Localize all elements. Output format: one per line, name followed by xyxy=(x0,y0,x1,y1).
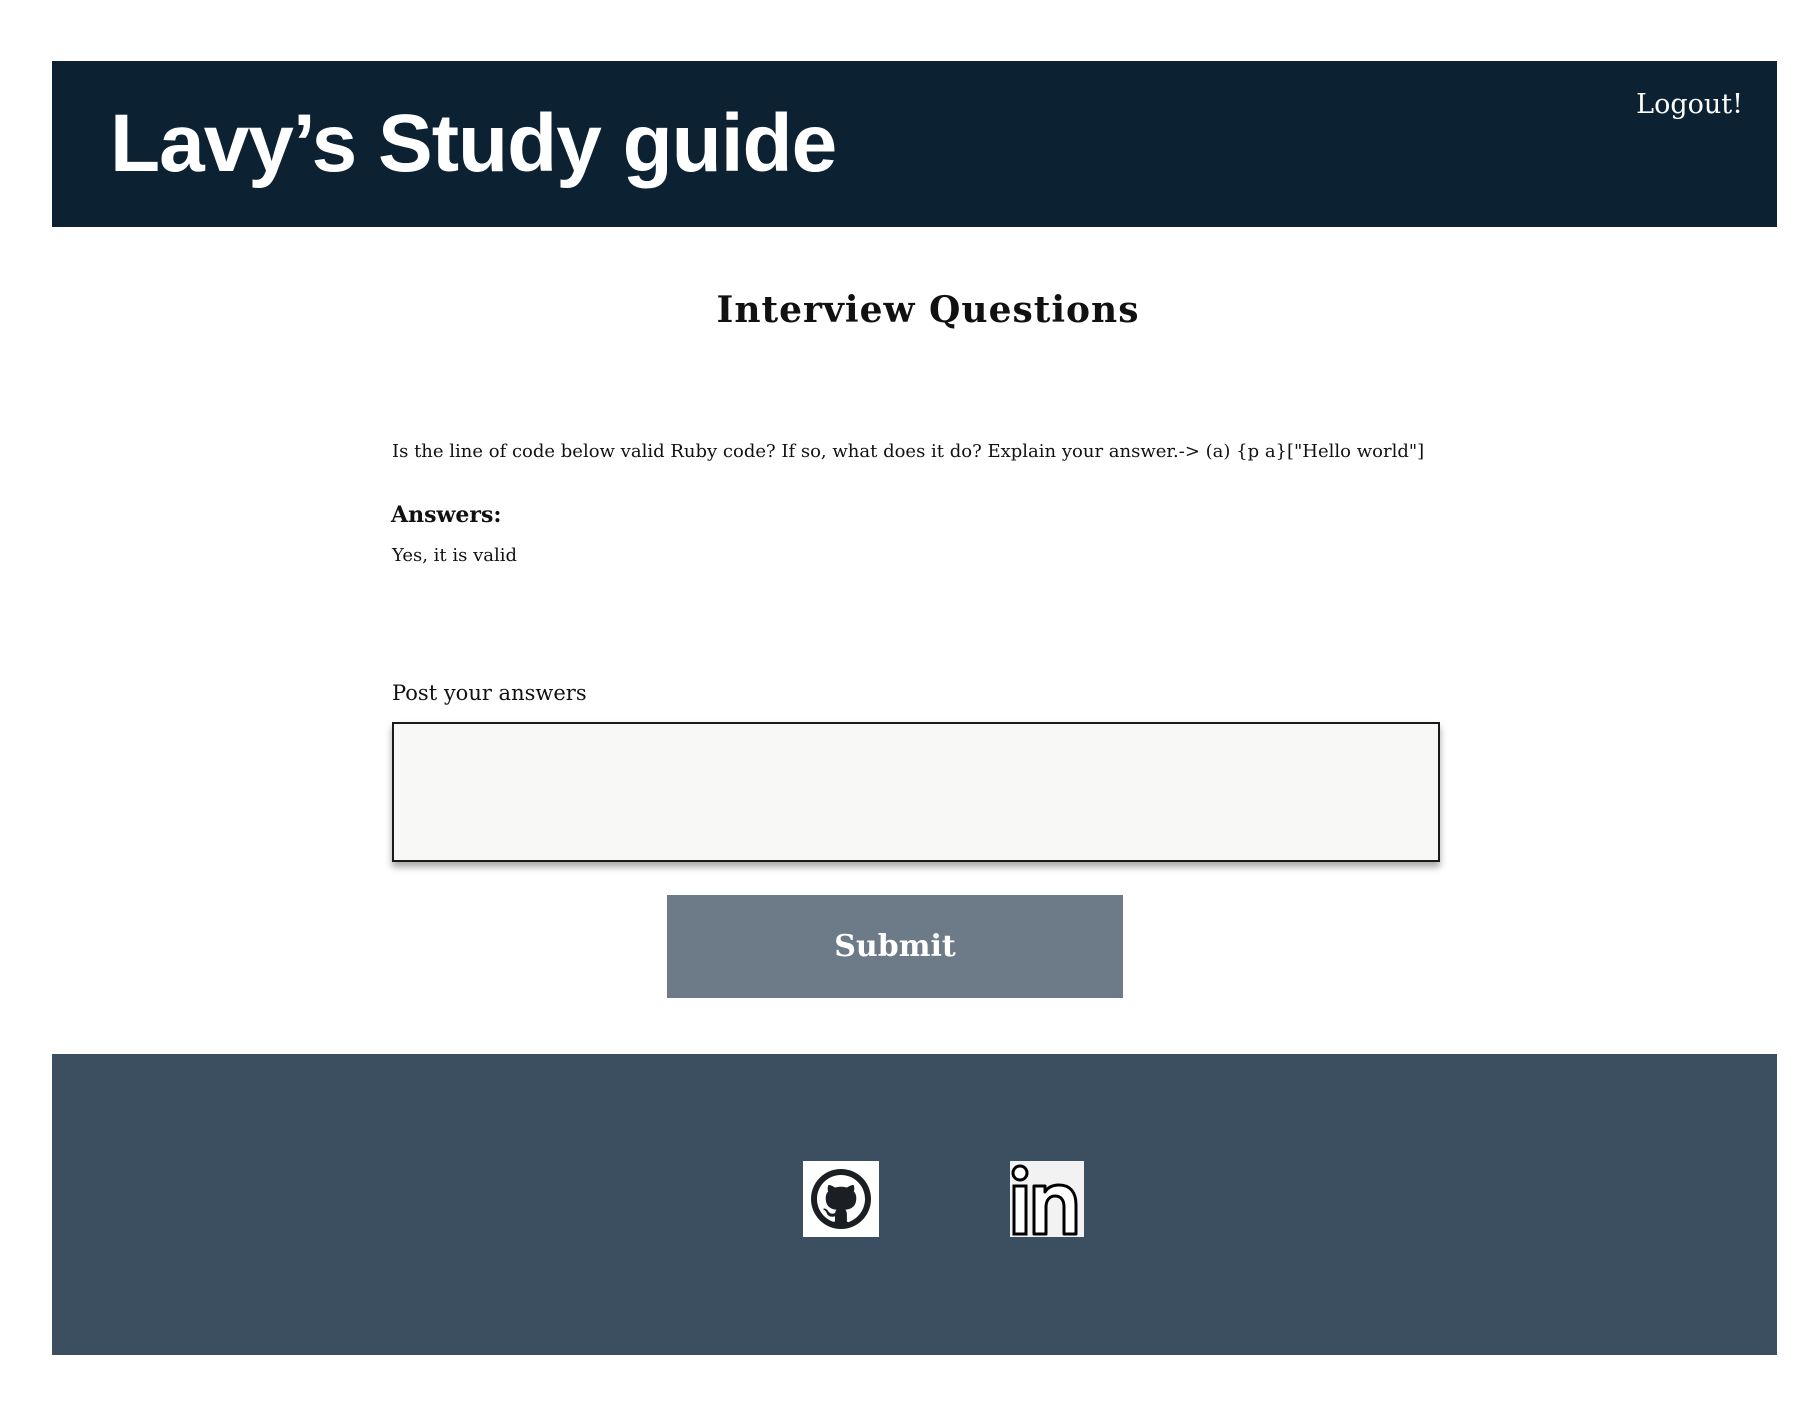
site-footer xyxy=(52,1054,1777,1355)
github-link[interactable] xyxy=(803,1161,879,1237)
github-icon xyxy=(803,1161,879,1237)
linkedin-icon xyxy=(1010,1161,1084,1237)
linkedin-link[interactable] xyxy=(1010,1161,1084,1237)
page-title: Interview Questions xyxy=(716,289,1140,331)
answer-item: Yes, it is valid xyxy=(392,545,518,566)
answers-heading: Answers: xyxy=(391,502,502,528)
site-header: Lavy’s Study guide Logout! xyxy=(52,61,1777,227)
site-title: Lavy’s Study guide xyxy=(110,98,837,189)
question-text: Is the line of code below valid Ruby cod… xyxy=(392,441,1425,462)
submit-button[interactable]: Submit xyxy=(667,895,1123,998)
page: Lavy’s Study guide Logout! Interview Que… xyxy=(0,0,1800,1408)
logout-link[interactable]: Logout! xyxy=(1636,89,1743,120)
post-answer-label: Post your answers xyxy=(392,681,587,705)
answer-textarea[interactable] xyxy=(392,722,1440,862)
